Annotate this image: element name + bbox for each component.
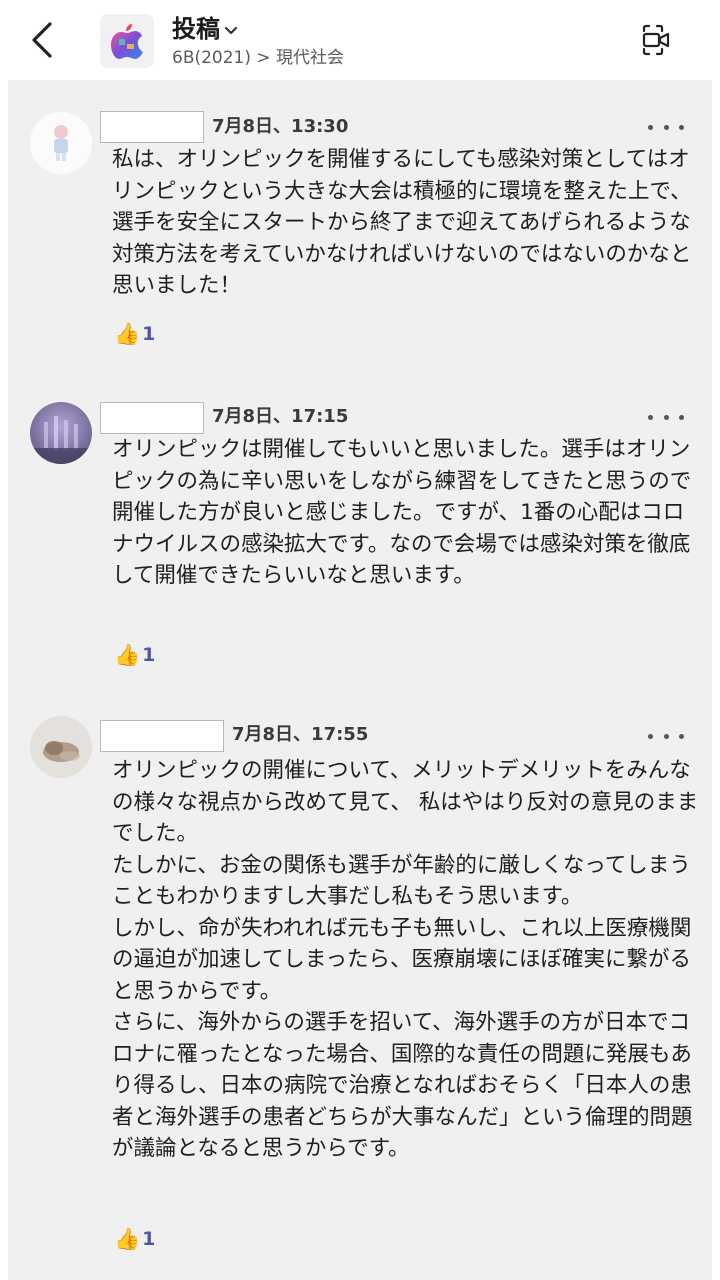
more-dot: [679, 733, 684, 739]
avatar[interactable]: [30, 112, 92, 174]
post-body: オリンピックは開催してもいいと思いました。選手はオリンピックの為に辛い思いをしな…: [112, 437, 692, 588]
reaction-badge[interactable]: 👍 1: [114, 640, 155, 670]
thumbs-up-icon: 👍: [114, 322, 141, 346]
more-options-button[interactable]: [648, 726, 684, 746]
avatar[interactable]: [30, 716, 92, 778]
posts-feed[interactable]: 7月8日、13:30 私は、オリンピックを開催するにしても感染対策としてはオリン…: [8, 80, 712, 1280]
thumbs-up-icon: 👍: [114, 643, 141, 667]
meet-now-button[interactable]: [634, 18, 678, 62]
channel-title-dropdown[interactable]: 投稿: [172, 14, 344, 44]
more-dot: [679, 414, 684, 420]
user-avatar-icon: [30, 112, 92, 174]
avatar[interactable]: [30, 402, 92, 464]
more-dot: [663, 124, 669, 130]
more-dot: [648, 124, 653, 130]
more-dot: [663, 733, 669, 739]
post-body: オリンピックの開催について、メリットデメリットをみんなの様々な視点から改めて見て…: [112, 758, 699, 1161]
more-options-button[interactable]: [648, 407, 684, 427]
app-header: 投稿 6B(2021) > 現代社会: [0, 0, 720, 80]
page-title: 投稿: [172, 15, 220, 43]
team-logo[interactable]: [100, 14, 154, 68]
more-options-button[interactable]: [648, 117, 684, 137]
chevron-left-icon: [32, 22, 52, 58]
post-timestamp: 7月8日、17:55: [232, 724, 369, 745]
author-name-redacted: [100, 111, 204, 143]
breadcrumb: 6B(2021) > 現代社会: [172, 48, 345, 68]
reaction-badge[interactable]: 👍 1: [114, 1224, 155, 1254]
post-timestamp: 7月8日、17:15: [212, 406, 349, 427]
user-avatar-icon: [30, 716, 92, 778]
more-dot: [648, 414, 653, 420]
post-body: 私は、オリンピックを開催するにしても感染対策としてはオリンピックという大きな大会…: [112, 147, 692, 298]
post-timestamp: 7月8日、13:30: [212, 116, 349, 137]
reaction-badge[interactable]: 👍 1: [114, 319, 155, 349]
apple-logo-icon: [111, 24, 143, 59]
author-name-redacted: [100, 402, 204, 434]
user-avatar-icon: [30, 402, 92, 464]
reaction-count: 1: [142, 644, 156, 666]
back-button[interactable]: [22, 18, 62, 62]
thumbs-up-icon: 👍: [114, 1227, 141, 1251]
more-dot: [648, 733, 653, 739]
chevron-down-icon: [224, 26, 238, 35]
more-dot: [679, 124, 684, 130]
video-camera-icon: [642, 24, 670, 56]
author-name-redacted: [100, 720, 224, 752]
reaction-count: 1: [142, 1228, 156, 1250]
more-dot: [663, 414, 669, 420]
reaction-count: 1: [142, 323, 156, 345]
channel-title-block: 投稿 6B(2021) > 現代社会: [172, 14, 344, 70]
